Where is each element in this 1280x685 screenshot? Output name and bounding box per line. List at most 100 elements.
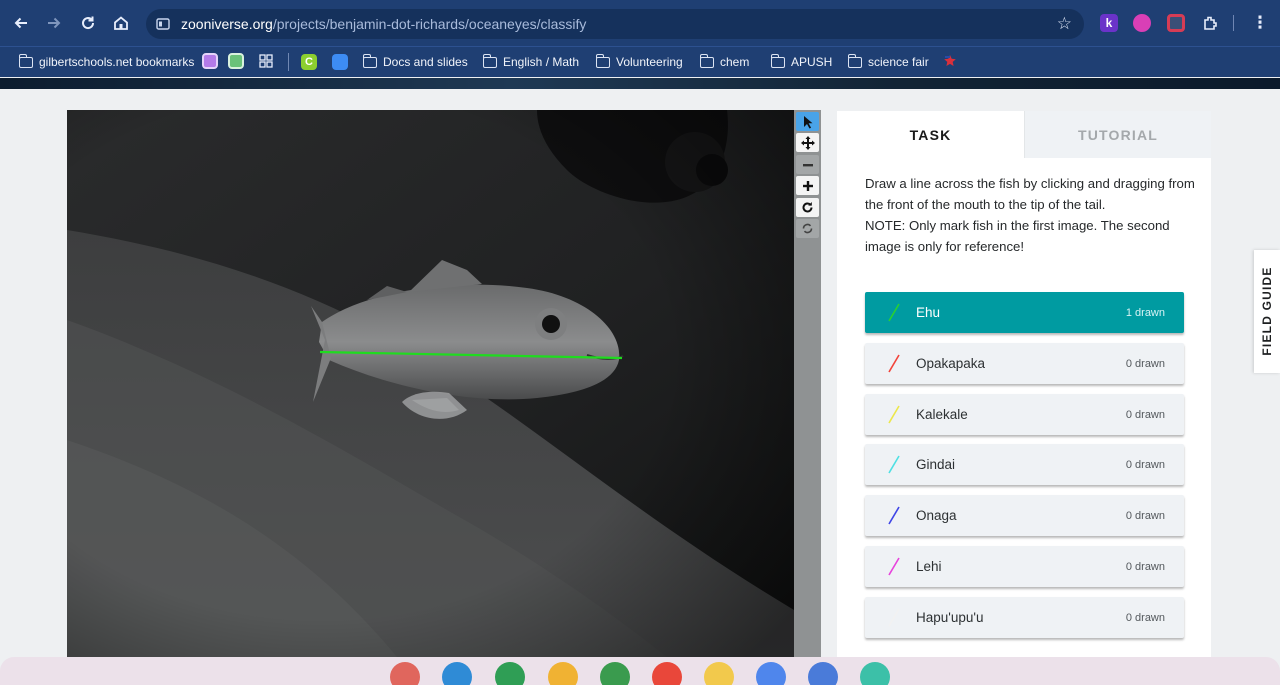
line-tool-icon <box>888 455 900 474</box>
project-header-image <box>0 78 1280 89</box>
subject-image <box>67 110 794 657</box>
folder-icon <box>482 53 497 68</box>
bookmark-label: English / Math <box>503 55 580 69</box>
shelf-app-icon[interactable] <box>442 662 472 685</box>
line-tool-icon <box>888 506 900 525</box>
tool-option-label: Ehu <box>916 305 941 320</box>
bookmark-app-green-icon[interactable] <box>228 53 244 69</box>
docs-icon[interactable] <box>808 662 838 685</box>
line-tool-icon <box>888 608 900 627</box>
home-icon[interactable] <box>109 11 133 35</box>
tool-option-kalekale[interactable]: Kalekale 0 drawn <box>865 393 1184 435</box>
chrome-icon[interactable] <box>756 662 786 685</box>
gmail-icon[interactable] <box>652 662 682 685</box>
apps-grid-icon[interactable] <box>259 54 273 68</box>
tool-option-count: 0 drawn <box>1125 510 1165 523</box>
tool-option-label: Onaga <box>916 508 957 524</box>
zoom-in-icon[interactable] <box>796 176 819 195</box>
folder-icon <box>18 53 33 68</box>
url-text: zooniverse.org/projects/benjamin-dot-ric… <box>181 16 587 32</box>
bookmark-science-fair[interactable]: science fair <box>847 53 929 71</box>
instruction-text: Draw a line across the fish by clicking … <box>865 176 1195 212</box>
tool-option-gindai[interactable]: Gindai 0 drawn <box>865 444 1184 486</box>
bookmark-label: Volunteering <box>616 55 683 69</box>
star-icon[interactable]: ☆ <box>1057 14 1072 34</box>
shelf-app-icon[interactable] <box>495 662 525 685</box>
bookmark-label: gilbertschools.net bookmarks <box>39 55 195 69</box>
reload-icon[interactable] <box>76 11 100 35</box>
rotate-icon[interactable] <box>796 198 819 217</box>
bookmark-english-math[interactable]: English / Math <box>482 53 580 71</box>
drive-icon[interactable] <box>600 662 630 685</box>
tool-option-opakapaka[interactable]: Opakapaka 0 drawn <box>865 342 1184 384</box>
bookmark-label: chem <box>720 55 750 69</box>
line-tool-icon <box>888 557 900 576</box>
line-tool-icon <box>888 405 900 423</box>
line-tool-icon <box>888 303 900 322</box>
tool-option-count: 0 drawn <box>1125 357 1165 370</box>
folder-icon <box>699 53 714 68</box>
tool-option-ehu[interactable]: Ehu 1 drawn <box>865 292 1184 333</box>
tool-option-label: Hapu'upu'u <box>916 609 984 625</box>
bookmark-app-purple-icon[interactable] <box>202 53 218 69</box>
tool-option-hapu-upu-u[interactable]: Hapu'upu'u 0 drawn <box>865 596 1184 638</box>
task-instructions: Draw a line across the fish by clicking … <box>865 173 1195 257</box>
back-icon[interactable] <box>9 11 33 35</box>
address-bar[interactable]: zooniverse.org/projects/benjamin-dot-ric… <box>146 9 1084 39</box>
bookmark-gilbertschools[interactable]: gilbertschools.net bookmarks <box>18 53 195 71</box>
extension-k-icon[interactable]: k <box>1100 14 1118 32</box>
move-icon[interactable] <box>796 133 819 152</box>
tab-task[interactable]: TASK <box>837 111 1024 158</box>
bookmark-label: Docs and slides <box>383 55 468 69</box>
tool-option-label: Opakapaka <box>916 355 986 371</box>
bookmark-apush[interactable]: APUSH <box>770 53 833 71</box>
toolbar-divider <box>1233 15 1234 31</box>
tool-option-count: 0 drawn <box>1125 561 1165 573</box>
shelf-app-icon[interactable] <box>548 662 578 685</box>
folder-icon <box>770 53 785 68</box>
keep-icon[interactable] <box>704 662 734 685</box>
folder-icon <box>595 53 610 68</box>
tool-option-count: 0 drawn <box>1125 611 1165 624</box>
bookmarks-divider <box>288 53 289 71</box>
site-info-icon[interactable] <box>156 17 170 31</box>
browser-toolbar: zooniverse.org/projects/benjamin-dot-ric… <box>0 0 1280 46</box>
play-store-icon[interactable] <box>860 662 890 685</box>
tab-tutorial[interactable]: TUTORIAL <box>1024 111 1211 158</box>
tool-option-onaga[interactable]: Onaga 0 drawn <box>865 495 1184 537</box>
annotate-pointer-icon[interactable] <box>796 112 819 131</box>
tool-option-label: Lehi <box>916 559 942 574</box>
extension-pink-icon[interactable] <box>1133 14 1151 32</box>
tool-option-count: 0 drawn <box>1125 408 1165 421</box>
instruction-note: NOTE: Only mark fish in the first image.… <box>865 218 1170 254</box>
reset-view-icon[interactable] <box>796 219 819 238</box>
folder-icon <box>847 53 862 68</box>
forward-icon[interactable] <box>42 11 66 35</box>
tool-option-lehi[interactable]: Lehi 0 drawn <box>865 546 1184 587</box>
subject-viewer[interactable] <box>67 110 794 657</box>
bookmark-volunteering[interactable]: Volunteering <box>595 53 683 71</box>
menu-icon[interactable]: ⋮ <box>1248 11 1272 35</box>
extension-red-icon[interactable] <box>1167 14 1185 32</box>
os-shelf <box>0 657 1280 685</box>
bookmark-label: science fair <box>868 55 929 69</box>
bookmark-docs-and-slides[interactable]: Docs and slides <box>362 53 468 71</box>
field-guide-label: FIELD GUIDE <box>1260 266 1274 356</box>
bookmark-chem[interactable]: chem <box>699 53 750 71</box>
line-tool-icon <box>888 354 900 373</box>
folder-icon <box>362 53 377 68</box>
bookmark-label: APUSH <box>791 55 833 69</box>
shelf-app-icon[interactable] <box>390 662 420 685</box>
tool-option-label: Kalekale <box>916 406 968 422</box>
task-panel: TASK TUTORIAL Draw a line across the fis… <box>837 111 1211 657</box>
tool-option-label: Gindai <box>916 457 956 473</box>
zoom-out-icon[interactable] <box>796 155 819 174</box>
bookmark-blue-icon[interactable] <box>332 54 348 70</box>
viewer-toolbar <box>794 110 821 657</box>
tool-option-count: 0 drawn <box>1125 459 1165 472</box>
bookmark-star-flag-icon[interactable] <box>943 54 957 68</box>
extensions-icon[interactable] <box>1199 11 1223 35</box>
tool-option-count: 1 drawn <box>1125 307 1165 319</box>
bookmark-c-icon[interactable]: C <box>301 54 317 70</box>
field-guide-button[interactable]: FIELD GUIDE <box>1254 250 1280 373</box>
